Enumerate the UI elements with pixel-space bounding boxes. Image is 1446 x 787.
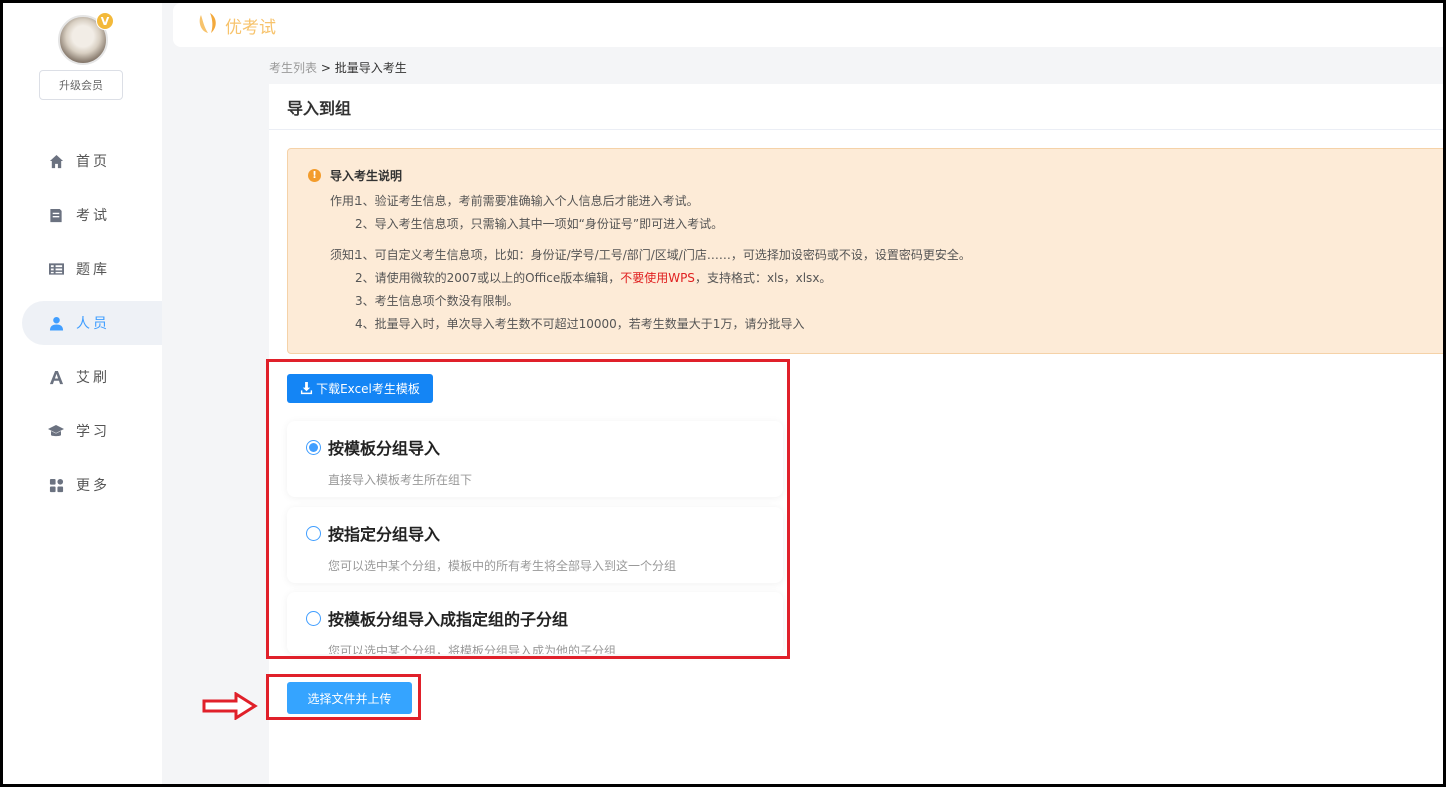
top-bar: 优考试	[173, 3, 1443, 47]
highlight-box-upload	[266, 674, 421, 720]
sidebar-item-personnel[interactable]: 人员	[22, 301, 162, 345]
sidebar-item-label: 更多	[76, 478, 110, 494]
breadcrumb-current: 批量导入考生	[334, 61, 407, 75]
logo-icon	[197, 11, 219, 39]
rule-line: 1、可自定义考生信息项，比如：身份证/学号/工号/部门/区域/门店……，可选择加…	[355, 248, 971, 262]
upgrade-membership-button[interactable]: 升级会员	[39, 70, 123, 100]
exam-icon	[48, 207, 64, 223]
usage-line: 1、验证考生信息，考前需要准确输入个人信息后才能进入考试。	[355, 194, 699, 208]
home-icon	[48, 153, 64, 169]
graduation-cap-icon	[48, 423, 64, 439]
sidebar-item-label: 首页	[76, 154, 110, 170]
usage-line: 2、导入考生信息项，只需输入其中一项如“身份证号”即可进入考试。	[355, 217, 724, 231]
rule-line: 4、批量导入时，单次导入考生数不可超过10000，若考生数量大于1万，请分批导入	[355, 317, 805, 331]
sidebar-item-label: 学习	[76, 424, 110, 440]
question-bank-icon	[48, 261, 64, 277]
sidebar-item-more[interactable]: 更多	[22, 463, 162, 507]
rules-row: 3、考生信息项个数没有限制。	[308, 290, 1446, 313]
sidebar-item-home[interactable]: 首页	[22, 139, 162, 183]
rules-row: 须知: 1、可自定义考生信息项，比如：身份证/学号/工号/部门/区域/门店……，…	[308, 244, 1446, 267]
sidebar-item-exam[interactable]: 考试	[22, 193, 162, 237]
vip-badge: V	[96, 12, 114, 30]
sidebar-item-label: 题库	[76, 262, 110, 278]
notice-title: ! 导入考生说明	[308, 167, 1446, 184]
avatar-container[interactable]: V	[58, 12, 114, 65]
sidebar-item-aishua[interactable]: 艾刷	[22, 355, 162, 399]
sidebar-item-question-bank[interactable]: 题库	[22, 247, 162, 291]
sidebar: V 升级会员 首页 考试 题库 人员 艾刷 学习 更多	[3, 3, 162, 784]
breadcrumb-link-exam-list[interactable]: 考生列表	[269, 61, 317, 75]
grid-icon	[48, 477, 64, 493]
letter-a-icon	[48, 369, 64, 385]
sidebar-item-label: 艾刷	[76, 370, 110, 386]
import-notice: ! 导入考生说明 作用: 1、验证考生信息，考前需要准确输入个人信息后才能进入考…	[287, 148, 1446, 354]
annotation-arrow-icon	[202, 692, 258, 720]
rules-row: 2、请使用微软的2007或以上的Office版本编辑，不要使用WPS，支持格式：…	[308, 267, 1446, 290]
sidebar-item-label: 人员	[76, 316, 110, 332]
usage-label: 作用:	[330, 194, 359, 208]
rule-line: 3、考生信息项个数没有限制。	[355, 294, 519, 308]
sidebar-item-study[interactable]: 学习	[22, 409, 162, 453]
rule2-text: 2、请使用微软的2007或以上的Office版本编辑，	[355, 271, 621, 285]
rules-row: 4、批量导入时，单次导入考生数不可超过10000，若考生数量大于1万，请分批导入	[308, 313, 1446, 336]
person-icon	[48, 315, 64, 331]
sidebar-nav: 首页 考试 题库 人员 艾刷 学习 更多	[22, 139, 162, 517]
notice-title-text: 导入考生说明	[330, 169, 403, 183]
rule-line: 2、请使用微软的2007或以上的Office版本编辑，不要使用WPS，支持格式：…	[355, 267, 831, 290]
breadcrumb-separator: >	[320, 61, 331, 75]
rules-label: 须知:	[330, 248, 359, 262]
usage-row: 作用: 1、验证考生信息，考前需要准确输入个人信息后才能进入考试。	[308, 190, 1446, 213]
sidebar-item-label: 考试	[76, 208, 110, 224]
warning-icon: !	[308, 169, 321, 182]
page-title: 导入到组	[269, 84, 1443, 130]
usage-row: 2、导入考生信息项，只需输入其中一项如“身份证号”即可进入考试。	[308, 213, 1446, 236]
logo-text[interactable]: 优考试	[225, 13, 276, 38]
breadcrumb: 考生列表 > 批量导入考生	[269, 59, 407, 76]
highlight-box-options	[266, 359, 790, 659]
wps-warning-text: 不要使用WPS	[620, 271, 695, 285]
rule2-formats: ，支持格式：xls，xlsx。	[694, 271, 832, 285]
